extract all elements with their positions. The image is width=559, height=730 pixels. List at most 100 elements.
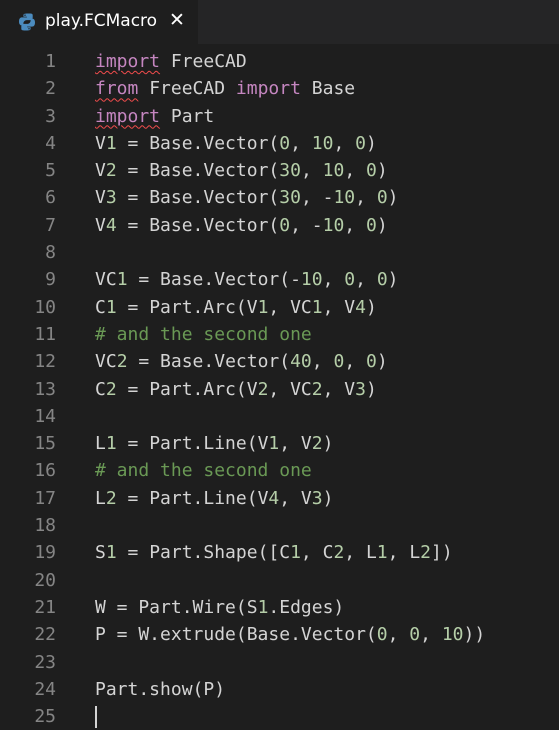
line-number: 6 bbox=[45, 187, 56, 209]
line-number: 16 bbox=[34, 460, 56, 482]
line-number: 9 bbox=[45, 269, 56, 291]
code-token: FreeCAD bbox=[160, 51, 247, 72]
code-line[interactable]: 2 from FreeCAD import Base bbox=[0, 75, 559, 102]
tab-label: play.FCMacro bbox=[45, 11, 158, 31]
line-number: 5 bbox=[45, 160, 56, 182]
line-number: 25 bbox=[34, 706, 56, 728]
code-token: L2 = Part.Line(V4, V3) bbox=[95, 487, 334, 509]
code-text: S1 = Part.Shape([C1, C2, L1, L2]) bbox=[95, 539, 453, 566]
line-number: 1 bbox=[45, 51, 56, 72]
code-line[interactable]: 21 W = Part.Wire(S1.Edges) bbox=[0, 594, 559, 621]
code-line[interactable]: 5 V2 = Base.Vector(30, 10, 0) bbox=[0, 157, 559, 184]
code-line[interactable]: 15 L1 = Part.Line(V1, V2) bbox=[0, 430, 559, 457]
code-token: V3 = Base.Vector(30, -10, 0) bbox=[95, 187, 399, 209]
code-line[interactable]: 20 bbox=[0, 567, 559, 594]
code-token: Part.show(P) bbox=[95, 678, 226, 700]
code-text: C1 = Part.Arc(V1, VC1, V4) bbox=[95, 294, 377, 321]
code-token: C2 = Part.Arc(V2, VC2, V3) bbox=[95, 378, 377, 400]
code-token: S1 = Part.Shape([C1, C2, L1, L2]) bbox=[95, 542, 453, 564]
code-token: V4 = Base.Vector(0, -10, 0) bbox=[95, 214, 388, 236]
line-number: 19 bbox=[34, 542, 56, 564]
code-line[interactable]: 17 L2 = Part.Line(V4, V3) bbox=[0, 485, 559, 512]
code-text: from FreeCAD import Base bbox=[95, 75, 355, 102]
line-number: 22 bbox=[34, 624, 56, 646]
comment-token: # and the second one bbox=[95, 460, 312, 482]
line-number: 18 bbox=[34, 515, 56, 537]
code-line[interactable]: 12 VC2 = Base.Vector(40, 0, 0) bbox=[0, 348, 559, 375]
line-number: 8 bbox=[45, 242, 56, 264]
code-line[interactable]: 8 bbox=[0, 239, 559, 266]
code-text: V2 = Base.Vector(30, 10, 0) bbox=[95, 157, 388, 184]
code-text: import FreeCAD bbox=[95, 48, 247, 75]
code-lines: 1 import FreeCAD 2 from FreeCAD import Base… bbox=[0, 48, 559, 730]
line-number: 3 bbox=[45, 105, 56, 127]
code-text: W = Part.Wire(S1.Edges) bbox=[95, 594, 344, 621]
line-number: 14 bbox=[34, 405, 56, 427]
code-text: VC2 = Base.Vector(40, 0, 0) bbox=[95, 348, 388, 375]
code-token: L1 = Part.Line(V1, V2) bbox=[95, 433, 334, 455]
code-token: C1 = Part.Arc(V1, VC1, V4) bbox=[95, 296, 377, 318]
line-number: 2 bbox=[45, 78, 56, 100]
code-token: VC1 = Base.Vector(-10, 0, 0) bbox=[95, 269, 399, 291]
keyword-token-error: from bbox=[95, 78, 139, 100]
code-line[interactable]: 9 VC1 = Base.Vector(-10, 0, 0) bbox=[0, 266, 559, 293]
line-number: 21 bbox=[34, 596, 56, 618]
line-number: 15 bbox=[34, 433, 56, 455]
code-token: V1 = Base.Vector(0, 10, 0) bbox=[95, 132, 377, 154]
keyword-token-error: import bbox=[95, 105, 161, 127]
line-number: 24 bbox=[34, 678, 56, 700]
line-number: 11 bbox=[34, 323, 56, 345]
code-line[interactable]: 1 import FreeCAD bbox=[0, 48, 559, 75]
code-token: W = Part.Wire(S1.Edges) bbox=[95, 596, 345, 618]
code-text: VC1 = Base.Vector(-10, 0, 0) bbox=[95, 266, 399, 293]
code-line[interactable]: 13 C2 = Part.Arc(V2, VC2, V3) bbox=[0, 376, 559, 403]
code-text: L1 = Part.Line(V1, V2) bbox=[95, 430, 333, 457]
code-line[interactable]: 24 Part.show(P) bbox=[0, 676, 559, 703]
code-text: V4 = Base.Vector(0, -10, 0) bbox=[95, 212, 388, 239]
text-cursor bbox=[95, 706, 97, 729]
code-line[interactable]: 10 C1 = Part.Arc(V1, VC1, V4) bbox=[0, 294, 559, 321]
code-text: V1 = Base.Vector(0, 10, 0) bbox=[95, 130, 377, 157]
code-line[interactable]: 16 # and the second one bbox=[0, 457, 559, 484]
line-number: 7 bbox=[45, 214, 56, 236]
code-token: VC2 = Base.Vector(40, 0, 0) bbox=[95, 351, 388, 373]
line-number: 17 bbox=[34, 487, 56, 509]
tab-bar: play.FCMacro ✕ bbox=[0, 0, 559, 44]
code-text: P = W.extrude(Base.Vector(0, 0, 10)) bbox=[95, 621, 485, 648]
keyword-token-error: import bbox=[95, 51, 161, 72]
code-line[interactable]: 3 import Part bbox=[0, 103, 559, 130]
code-text: # and the second one bbox=[95, 321, 312, 348]
code-editor[interactable]: 1 import FreeCAD 2 from FreeCAD import Base… bbox=[0, 44, 559, 729]
code-token: Base bbox=[300, 78, 356, 100]
code-text: L2 = Part.Line(V4, V3) bbox=[95, 485, 333, 512]
keyword-token: import bbox=[235, 78, 301, 100]
line-number: 4 bbox=[45, 132, 56, 154]
code-line[interactable]: 6 V3 = Base.Vector(30, -10, 0) bbox=[0, 184, 559, 211]
code-line[interactable]: 19 S1 = Part.Shape([C1, C2, L1, L2]) bbox=[0, 539, 559, 566]
code-line[interactable]: 18 bbox=[0, 512, 559, 539]
python-file-icon bbox=[17, 12, 37, 32]
code-token: Part bbox=[160, 105, 215, 127]
editor-tab[interactable]: play.FCMacro ✕ bbox=[0, 0, 198, 44]
code-line[interactable]: 22 P = W.extrude(Base.Vector(0, 0, 10)) bbox=[0, 621, 559, 648]
line-number: 20 bbox=[34, 569, 56, 591]
code-token: FreeCAD bbox=[138, 78, 236, 100]
code-line[interactable]: 4 V1 = Base.Vector(0, 10, 0) bbox=[0, 130, 559, 157]
code-token: P = W.extrude(Base.Vector(0, 0, 10)) bbox=[95, 624, 486, 646]
line-number: 13 bbox=[34, 378, 56, 400]
line-number: 10 bbox=[34, 296, 56, 318]
code-line[interactable]: 7 V4 = Base.Vector(0, -10, 0) bbox=[0, 212, 559, 239]
close-icon[interactable]: ✕ bbox=[167, 9, 187, 31]
code-line[interactable]: 25 bbox=[0, 703, 559, 730]
line-number: 12 bbox=[34, 351, 56, 373]
code-text: C2 = Part.Arc(V2, VC2, V3) bbox=[95, 376, 377, 403]
code-line[interactable]: 11 # and the second one bbox=[0, 321, 559, 348]
code-line[interactable]: 23 bbox=[0, 649, 559, 676]
comment-token: # and the second one bbox=[95, 323, 312, 345]
code-text: Part.show(P) bbox=[95, 676, 225, 703]
code-text: # and the second one bbox=[95, 457, 312, 484]
line-number: 23 bbox=[34, 651, 56, 673]
code-line[interactable]: 14 bbox=[0, 403, 559, 430]
code-text: V3 = Base.Vector(30, -10, 0) bbox=[95, 184, 399, 211]
code-text: import Part bbox=[95, 103, 214, 130]
